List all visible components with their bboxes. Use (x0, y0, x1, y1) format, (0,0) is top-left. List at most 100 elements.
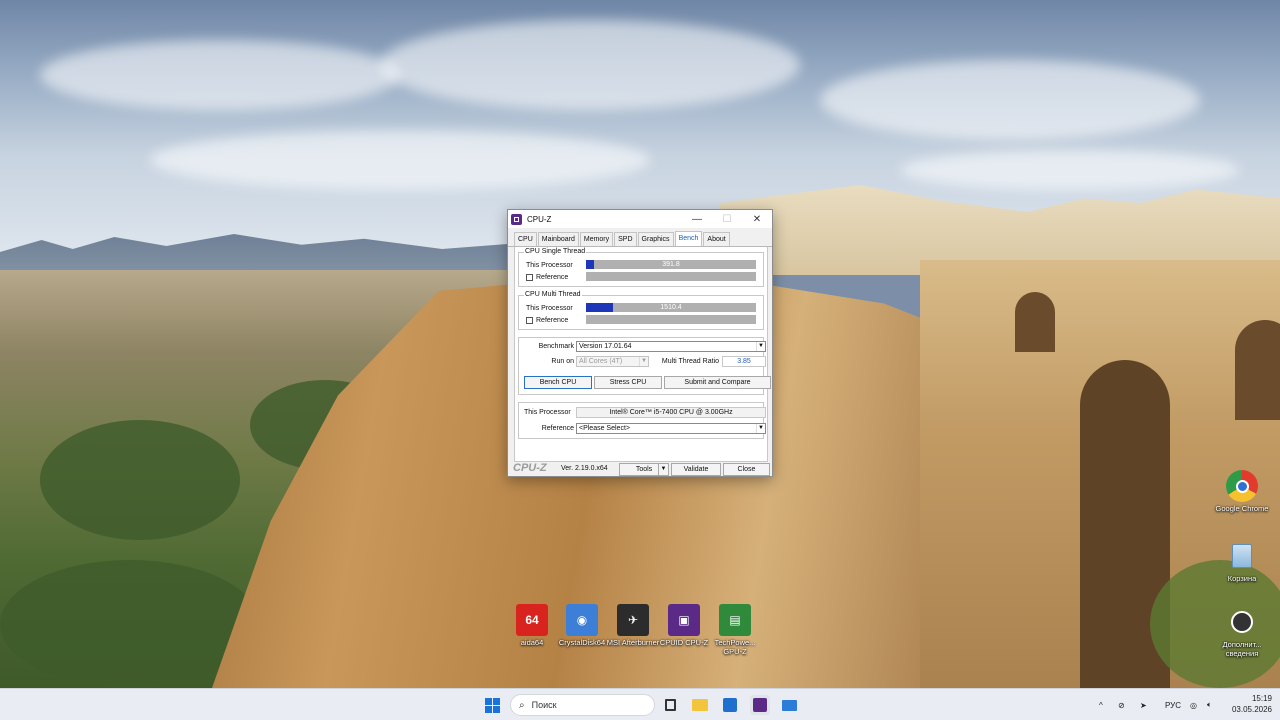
reference-label: Reference (541, 425, 574, 432)
reference-processor-value: <Please Select> (579, 425, 630, 432)
wallpaper-cloud (150, 130, 650, 190)
benchmark-version-select[interactable]: Version 17.01.64 ▼ (576, 341, 766, 352)
tray-network[interactable]: ⊘ (1118, 689, 1125, 720)
taskbar-store[interactable] (720, 695, 740, 715)
single-thread-reference-bar (586, 272, 756, 281)
wallpaper-trees (40, 420, 240, 540)
multi-thread-this-label: This Processor (526, 304, 573, 312)
chrome-icon (1226, 470, 1258, 502)
taskbar-file-explorer[interactable] (690, 695, 710, 715)
close-button[interactable]: Close (723, 463, 770, 476)
desktop-icon-aida64[interactable]: 64 aida64 (504, 604, 560, 647)
network-globe-icon: ◎ (1190, 700, 1197, 710)
chevron-up-icon: ^ (1099, 700, 1103, 710)
single-thread-this-score: 391.8 (662, 261, 680, 268)
tray-volume[interactable]: 🔈︎ (1207, 689, 1212, 720)
info-shortcut-icon (1226, 606, 1258, 638)
crystaldisk-icon: ◉ (566, 604, 598, 636)
multi-thread-this-score: 1510.4 (660, 304, 682, 311)
network-off-icon: ⊘ (1118, 700, 1125, 710)
task-view-button[interactable] (660, 695, 680, 715)
speaker-icon: 🔈︎ (1207, 700, 1212, 709)
windows-logo-icon (484, 697, 500, 713)
gpuz-icon: ▤ (719, 604, 751, 636)
single-thread-reference-checkbox[interactable] (526, 273, 533, 281)
store-icon (723, 698, 737, 712)
folder-icon (692, 699, 708, 711)
multi-thread-this-bar: 1510.4 (586, 303, 756, 312)
multi-thread-reference-checkbox[interactable] (526, 316, 533, 324)
bench-panel: CPU Single Thread This Processor 391.8 R… (514, 247, 771, 462)
benchmark-version-value: Version 17.01.64 (579, 343, 632, 350)
tab-memory[interactable]: Memory (579, 232, 614, 246)
desktop-icon-more-info[interactable]: Дополнит... сведения (1214, 606, 1270, 658)
desktop-icon-label: Google Chrome (1215, 504, 1269, 513)
tab-about[interactable]: About (703, 232, 730, 246)
tray-location[interactable]: ➤ (1140, 689, 1147, 720)
multi-thread-group: CPU Multi Thread This Processor 1510.4 R… (518, 291, 764, 330)
maximize-button: ☐ (722, 213, 732, 225)
desktop-icon-crystaldisk[interactable]: ◉ CrystalDisk64 (554, 604, 610, 647)
taskbar-search[interactable]: ⌕ Поиск (510, 694, 655, 716)
multi-thread-reference-bar (586, 315, 756, 324)
title-bar[interactable]: CPU-Z — ☐ ✕ (508, 210, 772, 228)
desktop-icon-recycle-bin[interactable]: Корзина (1214, 540, 1270, 583)
msi-afterburner-icon: ✈ (617, 604, 649, 636)
bench-cpu-button[interactable]: Bench CPU (524, 376, 592, 389)
tab-graphics[interactable]: Graphics (637, 232, 674, 246)
tab-spd[interactable]: SPD (614, 232, 637, 246)
taskbar-cpuz[interactable] (750, 695, 770, 715)
cpuz-window: CPU-Z — ☐ ✕ CPU Mainboard Memory SPD Gra… (507, 209, 773, 477)
language-indicator: РУС (1165, 700, 1182, 710)
validate-button[interactable]: Validate (671, 463, 721, 476)
reference-processor-select[interactable]: <Please Select> ▼ (576, 423, 766, 434)
cpuz-taskbar-icon (753, 698, 767, 712)
tab-bench[interactable]: Bench (674, 231, 703, 246)
desktop-icon-cpuz[interactable]: ▣ CPUID CPU-Z (656, 604, 712, 647)
minimize-button[interactable]: — (682, 210, 712, 228)
window-title: CPU-Z (527, 214, 552, 224)
desktop-icon-chrome[interactable]: Google Chrome (1214, 470, 1270, 513)
desktop-icon-msi-afterburner[interactable]: ✈ MSI Afterburner (605, 604, 661, 647)
benchmark-label: Benchmark (538, 343, 574, 350)
stress-cpu-button[interactable]: Stress CPU (594, 376, 662, 389)
tools-button[interactable]: Tools ▼ (619, 463, 669, 476)
wallpaper-cloud (40, 40, 400, 110)
desktop-icon-label: Корзина (1227, 574, 1257, 583)
desktop-icon-label: CrystalDisk64 (558, 638, 606, 647)
search-placeholder: Поиск (531, 700, 557, 710)
tab-mainboard[interactable]: Mainboard (537, 232, 579, 246)
cpuz-app-icon (511, 213, 522, 225)
this-processor-label: This Processor (524, 409, 571, 416)
multi-thread-this-row: This Processor (526, 303, 584, 313)
desktop-icon-label: CPUID CPU-Z (659, 638, 709, 647)
clock-date: 03.05.2026 (1231, 705, 1272, 714)
window-footer: CPU-Z Ver. 2.19.0.x64 Tools ▼ Validate C… (508, 462, 772, 477)
task-view-icon (664, 699, 676, 711)
tab-strip: CPU Mainboard Memory SPD Graphics Bench … (508, 228, 772, 247)
chevron-down-icon: ▼ (756, 424, 765, 433)
single-thread-group: CPU Single Thread This Processor 391.8 R… (518, 248, 764, 287)
close-window-button[interactable]: ✕ (742, 210, 772, 228)
monitor-icon (781, 699, 797, 711)
multi-thread-title: CPU Multi Thread (524, 291, 582, 298)
tab-cpu[interactable]: CPU (514, 232, 537, 246)
wallpaper-cloud (380, 20, 800, 110)
chevron-down-icon: ▼ (756, 342, 765, 351)
multi-thread-ratio-label: Multi Thread Ratio (661, 358, 719, 365)
tray-overflow[interactable]: ^ (1099, 689, 1103, 720)
taskbar-remote-desktop[interactable] (779, 695, 799, 715)
multi-thread-ratio-value: 3.85 (722, 356, 766, 367)
taskbar: ⌕ Поиск ^ ⊘ ➤ РУС ◎ 🔈︎ 15:19 03.05.2026 (0, 688, 1280, 720)
tray-network-status[interactable]: ◎ (1190, 689, 1197, 720)
run-on-select: All Cores (4T) ▼ (576, 356, 649, 367)
chevron-down-icon: ▼ (658, 464, 668, 475)
single-thread-this-row: This Processor (526, 260, 584, 270)
desktop-icon-gpuz[interactable]: ▤ TechPowe... GPU-Z (707, 604, 763, 656)
start-button[interactable] (482, 695, 502, 715)
wallpaper-cloud (820, 60, 1200, 140)
taskbar-clock[interactable]: 15:19 03.05.2026 (1222, 693, 1272, 715)
wallpaper-cloud (900, 150, 1240, 190)
tray-language[interactable]: РУС (1165, 689, 1181, 720)
submit-compare-button[interactable]: Submit and Compare (664, 376, 771, 389)
